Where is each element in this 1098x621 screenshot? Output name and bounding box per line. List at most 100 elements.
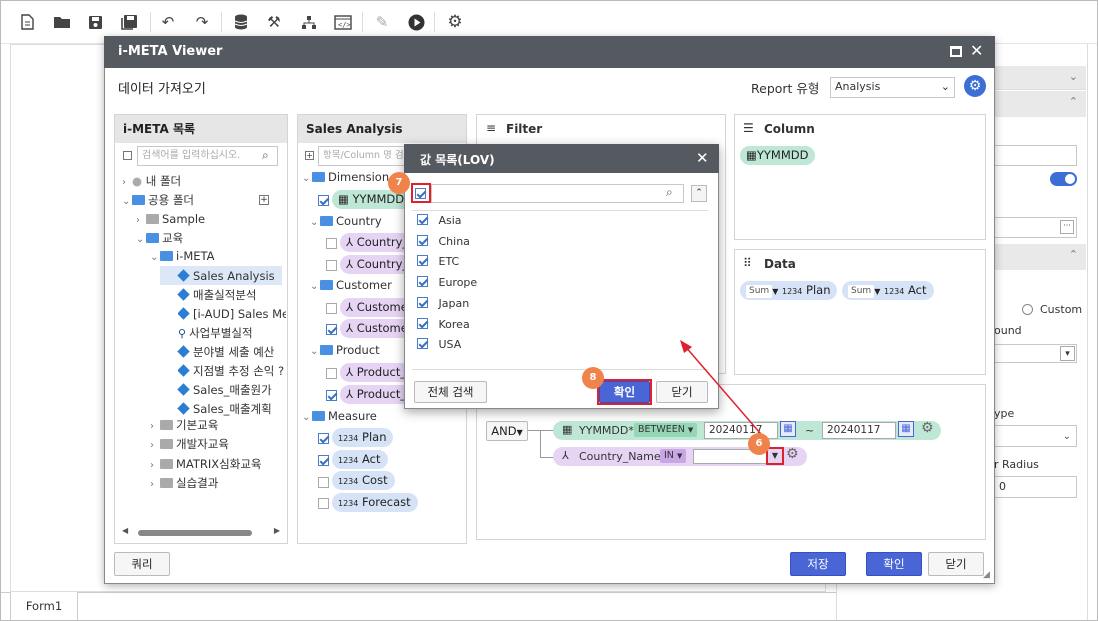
- tree-item-education[interactable]: ⌄ 교육: [136, 229, 183, 247]
- data-item-plan[interactable]: Sum ▼ 1234 Plan: [740, 281, 838, 300]
- calendar-picker-icon[interactable]: ▦: [780, 421, 796, 437]
- property-select[interactable]: ⌄: [994, 425, 1077, 447]
- tree-item-measure[interactable]: ⌄ Measure: [302, 407, 377, 425]
- tree-item-country[interactable]: ⌄ Country: [310, 212, 382, 230]
- more-button[interactable]: ···: [1060, 220, 1074, 234]
- query-button[interactable]: 쿼리: [114, 552, 170, 576]
- resize-grip-icon[interactable]: ◢: [983, 570, 990, 580]
- and-operator-button[interactable]: AND▼: [486, 421, 528, 441]
- hierarchy-icon[interactable]: [298, 11, 320, 33]
- field-product-2[interactable]: ⅄ Product_: [340, 385, 412, 404]
- redo-icon[interactable]: ↷: [191, 11, 213, 33]
- search-all-button[interactable]: 전체 검색: [414, 381, 487, 403]
- save-as-icon[interactable]: [118, 11, 140, 33]
- undo-icon[interactable]: ↶: [157, 11, 179, 33]
- form-tab[interactable]: Form1: [10, 592, 78, 621]
- tree-item[interactable]: › 개발자교육: [150, 435, 229, 453]
- lov-item-europe[interactable]: Europe: [417, 276, 477, 289]
- properties-section-header[interactable]: ⌃: [994, 244, 1086, 270]
- ok-button[interactable]: 확인: [866, 552, 922, 576]
- open-folder-icon[interactable]: [51, 11, 73, 33]
- tree-item-sample[interactable]: › Sample: [136, 210, 205, 228]
- field-search-input[interactable]: 항목/Column 명 검색: [318, 146, 408, 166]
- lov-search-input[interactable]: [431, 184, 684, 203]
- report-type-select[interactable]: Analysis ⌄: [830, 77, 955, 98]
- field-checkbox[interactable]: [318, 194, 329, 208]
- maximize-icon[interactable]: [950, 46, 962, 57]
- field-country-2[interactable]: ⅄ Country_: [340, 255, 412, 274]
- tree-item[interactable]: › 기본교육: [150, 416, 218, 434]
- tree-item[interactable]: 지점별 추정 손익 ?: [178, 362, 286, 380]
- property-toggle[interactable]: [1050, 172, 1077, 186]
- tree-item-dimension[interactable]: ⌄ Dimension: [302, 168, 389, 186]
- lov-item-china[interactable]: China: [417, 235, 470, 248]
- tree-item-i-meta[interactable]: ⌄ i-META: [150, 247, 215, 265]
- tree-item[interactable]: › MATRIX심화교육: [150, 455, 262, 473]
- data-item-act[interactable]: Sum ▼ 1234 Act: [842, 281, 934, 300]
- radius-input[interactable]: 0: [994, 476, 1077, 498]
- tree-item-shared-folder[interactable]: ⌄ 공용 폴더: [122, 191, 194, 209]
- close-icon[interactable]: ✕: [970, 41, 983, 60]
- gear-icon[interactable]: ⚙: [444, 11, 466, 33]
- save-icon[interactable]: [84, 11, 106, 33]
- field-checkbox[interactable]: [318, 476, 329, 490]
- search-icon[interactable]: ⌕: [262, 148, 269, 163]
- code-icon[interactable]: </>: [332, 11, 354, 33]
- tree-item-customer[interactable]: ⌄ Customer: [310, 276, 392, 294]
- lov-item-asia[interactable]: Asia: [417, 214, 462, 227]
- date-to-input[interactable]: 20240117: [822, 422, 896, 439]
- column-item-yymmdd[interactable]: ▦YYMMDD: [740, 146, 816, 165]
- tree-item[interactable]: 분야별 세출 예산: [177, 343, 274, 361]
- meta-search-input[interactable]: 검색어를 입력하십시오.: [137, 146, 278, 166]
- gear-icon[interactable]: ⚙: [921, 420, 934, 436]
- lov-item-korea[interactable]: Korea: [417, 318, 470, 331]
- new-document-icon[interactable]: [16, 11, 38, 33]
- field-checkbox[interactable]: [326, 237, 337, 251]
- field-cost[interactable]: 1234 Cost: [332, 471, 395, 490]
- lov-item-usa[interactable]: USA: [417, 338, 461, 351]
- properties-section-header[interactable]: ⌄: [994, 66, 1086, 90]
- play-icon[interactable]: [405, 11, 427, 33]
- tree-item[interactable]: [i-AUD] Sales Meta: [178, 305, 286, 323]
- close-button[interactable]: 닫기: [928, 552, 984, 576]
- field-plan[interactable]: 1234 Plan: [332, 428, 394, 447]
- close-icon[interactable]: ✕: [696, 149, 709, 167]
- lov-item-etc[interactable]: ETC: [417, 255, 459, 268]
- field-customer-2[interactable]: ⅄ Custome: [340, 319, 412, 338]
- tools-icon[interactable]: ⚒: [263, 11, 285, 33]
- settings-gear-button[interactable]: ⚙: [964, 75, 986, 97]
- expand-all-icon[interactable]: +: [305, 151, 314, 160]
- property-select[interactable]: ▾: [994, 344, 1077, 363]
- field-country-1[interactable]: ⅄ Country_: [340, 233, 412, 252]
- search-icon[interactable]: ⌕: [666, 185, 673, 200]
- custom-radio[interactable]: [1022, 304, 1033, 315]
- edit-icon[interactable]: ✎: [371, 11, 393, 33]
- field-checkbox[interactable]: [326, 367, 337, 381]
- tree-item-sales-analysis[interactable]: Sales Analysis: [177, 267, 275, 285]
- collapse-button[interactable]: ⌃: [691, 185, 707, 202]
- lov-item-japan[interactable]: Japan: [417, 297, 469, 310]
- tree-item[interactable]: 매출실적분석: [177, 286, 256, 304]
- field-checkbox[interactable]: [326, 302, 337, 316]
- property-input[interactable]: ···: [994, 217, 1077, 238]
- field-customer-1[interactable]: ⅄ Custome: [340, 298, 412, 317]
- gear-icon[interactable]: ⚙: [786, 446, 799, 462]
- tree-item-product[interactable]: ⌄ Product: [310, 341, 380, 359]
- tree-item[interactable]: Sales_매출원가: [177, 381, 272, 399]
- database-icon[interactable]: [230, 11, 252, 33]
- tree-item-my-folder[interactable]: › ● 내 폴더: [122, 172, 181, 190]
- properties-section-header[interactable]: ⌃: [994, 91, 1086, 117]
- field-forecast[interactable]: 1234 Forecast: [332, 493, 418, 512]
- horizontal-scrollbar[interactable]: ◀ ▶: [122, 526, 280, 538]
- field-checkbox[interactable]: [318, 432, 329, 446]
- field-checkbox[interactable]: [318, 497, 329, 511]
- save-button[interactable]: 저장: [790, 552, 846, 576]
- tree-item[interactable]: ⚲ 사업부별실적: [178, 324, 253, 342]
- tree-item[interactable]: › 실습결과: [150, 474, 218, 492]
- field-product-1[interactable]: ⅄ Product_: [340, 363, 412, 382]
- calendar-picker-icon[interactable]: ▦: [898, 421, 914, 437]
- field-checkbox[interactable]: [326, 389, 337, 403]
- field-act[interactable]: 1234 Act: [332, 450, 388, 469]
- field-checkbox[interactable]: [326, 323, 337, 337]
- collapse-all-icon[interactable]: [123, 151, 132, 160]
